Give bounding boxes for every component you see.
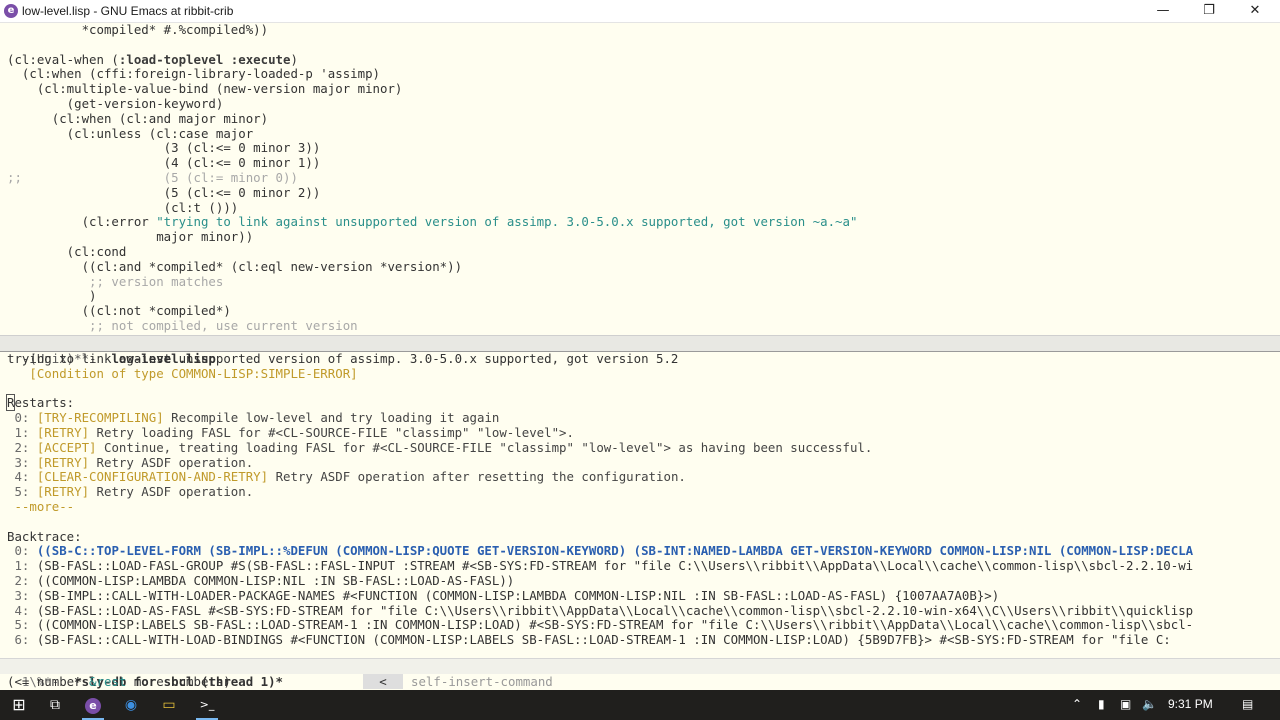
error-message: trying to link against unsupported versi… (7, 352, 679, 366)
mode-line-debugger[interactable]: 1\%*- *sly-db for sbcl (thread 1)* < self-… (0, 658, 1280, 689)
restart-tag[interactable]: [RETRY] (37, 484, 89, 499)
restart-tag[interactable]: [RETRY] (37, 455, 89, 470)
code-line: *compiled* #.%compiled%)) (7, 23, 269, 37)
backtrace-frame[interactable]: 0: ((SB-C::TOP-LEVEL-FORM (SB-IMPL::%DEF… (0, 543, 1280, 559)
code-line: (cl:t ())) (7, 199, 239, 215)
network-icon[interactable]: ▣ (1120, 697, 1131, 711)
restart-item[interactable]: 5: [RETRY] Retry ASDF operation. (0, 484, 1280, 500)
taskbar: ⊞ ⧉ e ◉ ▭ >_ ⌃ ▮ ▣ 🔈 9:31 PM ▤ (0, 690, 1280, 720)
emacs-icon: e (4, 4, 18, 18)
restart-item[interactable]: 2: [ACCEPT] Continue, treating loading F… (0, 440, 1280, 456)
usb-icon[interactable]: ▮ (1098, 697, 1105, 711)
restart-tag[interactable]: [ACCEPT] (37, 440, 97, 455)
emacs-taskbar-icon[interactable]: e (74, 690, 112, 720)
debugger-pane[interactable]: trying to link against unsupported versi… (0, 352, 1280, 657)
code-line: (cl:multiple-value-bind (new-version maj… (7, 81, 403, 97)
comment-line: ;; version matches (7, 273, 224, 289)
window-titlebar: e low-level.lisp - GNU Emacs at ribbit-c… (0, 0, 1280, 23)
clock[interactable]: 9:31 PM (1168, 697, 1213, 711)
code-line: (cl:error "trying to link against unsupp… (7, 214, 858, 230)
chevron-up-icon[interactable]: ⌃ (1072, 697, 1082, 711)
code-line: (cl:when (cffi:foreign-library-loaded-p … (7, 66, 380, 82)
string-literal: "trying to link against unsupported vers… (156, 214, 858, 230)
backtrace-heading: Backtrace: (7, 528, 82, 544)
restart-tag[interactable]: [CLEAR-CONFIGURATION-AND-RETRY] (37, 469, 268, 484)
backtrace-frame[interactable]: 2: ((COMMON-LISP:LAMBDA COMMON-LISP:NIL … (0, 573, 1280, 589)
condition-type: [Condition of type COMMON-LISP:SIMPLE-ER… (7, 365, 358, 381)
file-explorer-icon[interactable]: ▭ (150, 690, 188, 720)
restart-tag[interactable]: [RETRY] (37, 425, 89, 440)
code-line: ((cl:and *compiled* (cl:eql new-version … (7, 258, 463, 274)
backtrace-frame[interactable]: 5: ((COMMON-LISP:LABELS SB-FASL::LOAD-ST… (0, 617, 1280, 633)
backtrace-frame[interactable]: 4: (SB-FASL::LOAD-AS-FASL #<SB-SYS:FD-ST… (0, 603, 1280, 619)
mode-line-editor[interactable]: -(Unix)**- low-level.lisp (0, 335, 1280, 366)
comment-line: ;; (5 (cl:= minor 0)) (7, 169, 298, 185)
terminal-icon[interactable]: >_ (188, 690, 226, 720)
restart-item[interactable]: 3: [RETRY] Retry ASDF operation. (0, 455, 1280, 471)
backtrace-frame[interactable]: 1: (SB-FASL::LOAD-FASL-GROUP #S(SB-FASL:… (0, 558, 1280, 574)
editor-pane[interactable]: *compiled* #.%compiled%)) (cl:eval-when … (0, 23, 1280, 335)
volume-icon[interactable]: 🔈 (1142, 697, 1157, 711)
code-line: (3 (cl:<= 0 minor 3)) (7, 140, 321, 156)
backtrace-frame[interactable]: 3: (SB-IMPL::CALL-WITH-LOADER-PACKAGE-NA… (0, 588, 1280, 604)
restart-item[interactable]: 1: [RETRY] Retry loading FASL for #<CL-S… (0, 425, 1280, 441)
code-line: (cl:when (cl:and major minor) (7, 110, 269, 126)
code-line: ) (7, 288, 97, 304)
firefox-icon[interactable]: ◉ (112, 690, 150, 720)
start-icon[interactable]: ⊞ (0, 690, 38, 720)
backtrace-frame[interactable]: 6: (SB-FASL::CALL-WITH-LOAD-BINDINGS #<F… (0, 632, 1280, 648)
maximize-button[interactable]: ❐ (1186, 0, 1232, 22)
code-line: (cl:eval-when (:load-toplevel :execute) (7, 51, 298, 67)
minimize-button[interactable]: — (1140, 0, 1186, 22)
code-line: (5 (cl:<= 0 minor 2)) (7, 184, 321, 200)
window-title: low-level.lisp - GNU Emacs at ribbit-cri… (22, 4, 234, 18)
restart-item[interactable]: 4: [CLEAR-CONFIGURATION-AND-RETRY] Retry… (0, 469, 1280, 485)
restart-tag[interactable]: [TRY-RECOMPILING] (37, 410, 164, 425)
keyword: :load-toplevel :execute (118, 51, 291, 67)
code-line: major minor)) (7, 229, 254, 245)
notification-icon[interactable]: ▤ (1242, 697, 1253, 711)
code-line: (cl:unless (cl:case major (7, 125, 254, 141)
restarts-heading: Restarts: (5, 394, 75, 412)
code-line: (cl:cond (7, 243, 127, 259)
more-link[interactable]: --more-- (0, 499, 1280, 515)
code-line: (get-version-keyword) (7, 95, 224, 111)
code-line: (4 (cl:<= 0 minor 1)) (7, 155, 321, 171)
code-line: ((cl:not *compiled*) (7, 303, 231, 319)
close-button[interactable]: ✕ (1232, 0, 1278, 22)
comment-line: ;; not compiled, use current version (7, 317, 358, 333)
echo-area: (<= number &rest more-numbers) (7, 674, 231, 689)
task-view-icon[interactable]: ⧉ (36, 690, 74, 720)
restart-item[interactable]: 0: [TRY-RECOMPILING] Recompile low-level… (0, 410, 1280, 426)
